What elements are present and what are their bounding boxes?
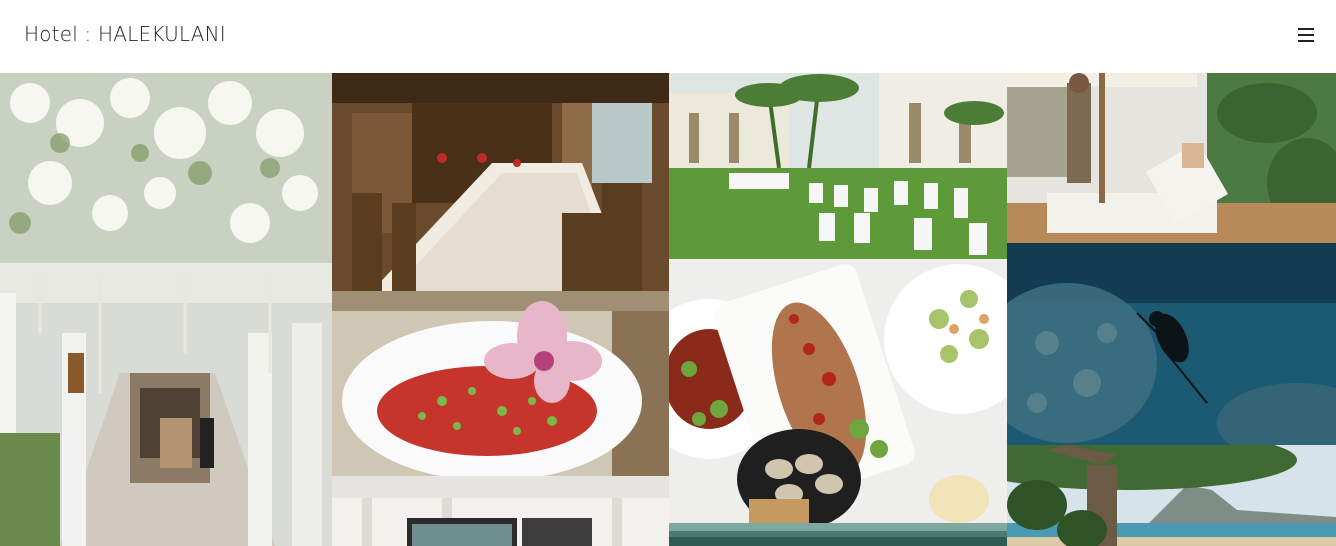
photo-garden-wedding[interactable] [669,73,1007,259]
photo-shared-plates[interactable] [669,259,1007,523]
site-title[interactable]: Hotel : HALEKULANI [24,22,226,46]
photo-underwater-diver[interactable] [1007,243,1336,445]
hamburger-menu-icon[interactable] [1292,22,1320,48]
photo-ocean-view[interactable] [669,523,1007,546]
photo-poolside-lounger[interactable] [1007,73,1336,243]
menu-line [1298,40,1314,42]
photo-gallery [0,73,1336,546]
menu-line [1298,28,1314,30]
photo-poke-bowl[interactable] [332,291,669,476]
photo-white-room[interactable] [332,476,669,546]
photo-colonnade[interactable] [0,73,332,546]
site-header: Hotel : HALEKULANI [0,0,1336,73]
menu-line [1298,34,1314,36]
photo-beach-tree[interactable] [1007,445,1336,546]
photo-dining-room[interactable] [332,73,669,291]
